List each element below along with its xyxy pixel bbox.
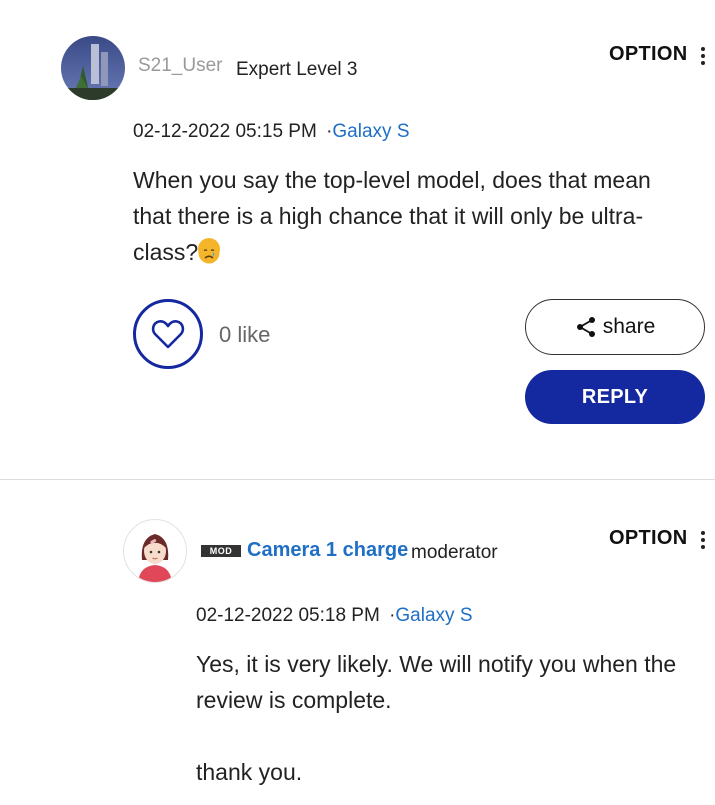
more-options-icon[interactable] <box>701 528 707 552</box>
post-body: Yes, it is very likely. We will notify y… <box>196 646 706 790</box>
category-link[interactable]: Galaxy S <box>395 605 472 626</box>
option-menu-label[interactable]: OPTION <box>609 527 687 550</box>
like-count: 0 like <box>219 322 271 347</box>
avatar[interactable] <box>123 519 187 583</box>
option-menu-label[interactable]: OPTION <box>609 43 687 66</box>
moderator-avatar-image <box>138 534 172 582</box>
reply-button[interactable]: REPLY <box>525 370 705 424</box>
post-body: When you say the top-level model, does t… <box>133 162 693 270</box>
more-options-icon[interactable] <box>701 44 707 68</box>
user-level: Expert Level 3 <box>236 59 358 80</box>
post-meta: 02-12-2022 05:18 PM ·Galaxy S <box>196 605 473 627</box>
post-body-line: class? <box>133 234 693 270</box>
username[interactable]: S21_User <box>138 55 223 77</box>
share-icon <box>576 317 595 337</box>
user-avatar-image <box>61 36 125 100</box>
heart-icon <box>151 320 185 349</box>
post-date: 02-12-2022 05:15 PM <box>133 121 317 142</box>
post-body-line: When you say the top-level model, does t… <box>133 167 651 193</box>
share-button[interactable]: share <box>525 299 705 355</box>
like-button[interactable] <box>133 299 203 369</box>
crying-face-emoji-icon <box>198 238 221 264</box>
post-date: 02-12-2022 05:18 PM <box>196 605 380 626</box>
post-body-line: thank you. <box>196 759 303 785</box>
user-role: moderator <box>411 542 498 563</box>
post-divider <box>0 479 715 480</box>
username[interactable]: Camera 1 charge <box>247 539 408 562</box>
post-body-line: Yes, it is very likely. We will notify y… <box>196 651 677 677</box>
moderator-badge: MOD <box>201 545 241 557</box>
share-label: share <box>602 315 656 338</box>
post-meta: 02-12-2022 05:15 PM ·Galaxy S <box>133 121 410 143</box>
post-body-line: that there is a high chance that it will… <box>133 203 644 229</box>
avatar[interactable] <box>61 36 125 100</box>
category-link[interactable]: Galaxy S <box>332 121 409 142</box>
post-body-line: review is complete. <box>196 687 392 713</box>
